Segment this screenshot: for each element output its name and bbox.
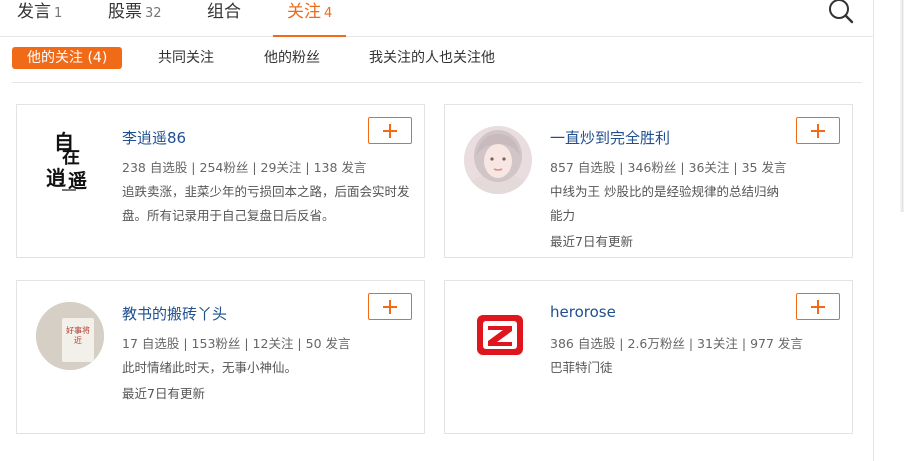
top-tab-bar: 发言 1 股票 32 组合 关注 4 xyxy=(0,0,873,37)
user-name-link[interactable]: herorose xyxy=(550,303,616,321)
avatar[interactable] xyxy=(464,126,532,194)
user-stats: 17 自选股 | 153粉丝 | 12关注 | 50 发言 xyxy=(122,336,351,351)
user-card: 一直炒到完全胜利 857 自选股 | 346粉丝 | 36关注 | 35 发言 … xyxy=(444,104,853,258)
sub-tab-bar: 他的关注 (4) 共同关注 他的粉丝 我关注的人也关注他 xyxy=(12,44,862,83)
tab-count: 1 xyxy=(54,6,63,21)
user-description: 中线为王 炒股比的是经验规律的总结归纳能力 xyxy=(550,184,779,223)
follow-button[interactable] xyxy=(368,117,412,144)
tab-following[interactable]: 关注 4 xyxy=(272,0,347,37)
tab-posts[interactable]: 发言 1 xyxy=(17,0,62,36)
user-stats: 238 自选股 | 254粉丝 | 29关注 | 138 发言 xyxy=(122,160,367,175)
user-card: 自 在 逍 遥 李逍遥86 238 自选股 | 254粉丝 | 29关注 | 1… xyxy=(16,104,425,258)
user-card: herorose 386 自选股 | 2.6万粉丝 | 31关注 | 977 发… xyxy=(444,280,853,434)
avatar[interactable]: 好事将近 xyxy=(36,302,104,370)
follow-button[interactable] xyxy=(796,117,840,144)
subtab-followed-by-my-follows[interactable]: 我关注的人也关注他 xyxy=(369,47,495,69)
side-panel-edge-line xyxy=(902,0,903,212)
user-stats: 386 自选股 | 2.6万粉丝 | 31关注 | 977 发言 xyxy=(550,336,803,351)
user-description: 追跌卖涨，韭菜少年的亏损回本之路，后面会实时发盘。所有记录用于自己复盘日后反省。 xyxy=(122,184,410,223)
user-name-link[interactable]: 李逍遥86 xyxy=(122,127,186,148)
tab-label: 关注 xyxy=(287,2,321,22)
tab-count: 4 xyxy=(324,6,333,21)
subtab-his-following[interactable]: 他的关注 (4) xyxy=(12,47,123,69)
tab-label: 发言 xyxy=(17,2,51,22)
avatar[interactable]: 自 在 逍 遥 xyxy=(36,126,104,194)
user-card: 好事将近 教书的搬砖丫头 17 自选股 | 153粉丝 | 12关注 | 50 … xyxy=(16,280,425,434)
follow-button[interactable] xyxy=(796,293,840,320)
main-column: 发言 1 股票 32 组合 关注 4 他的关注 (4) 共同关注 他的粉丝 我关注的人… xyxy=(0,0,873,461)
avatar-calligraphy-char: 逍 xyxy=(46,166,66,190)
user-name-link[interactable]: 教书的搬砖丫头 xyxy=(122,303,227,324)
user-stats: 857 自选股 | 346粉丝 | 36关注 | 35 发言 xyxy=(550,160,787,175)
column-divider xyxy=(873,0,874,461)
tab-label: 股票 xyxy=(108,2,142,22)
recent-update-note: 最近7日有更新 xyxy=(550,234,633,249)
tab-stocks[interactable]: 股票 32 xyxy=(108,0,162,36)
avatar-note-text: 好事将近 xyxy=(66,326,90,345)
tab-count: 32 xyxy=(145,6,162,21)
follow-button[interactable] xyxy=(368,293,412,320)
user-name-link[interactable]: 一直炒到完全胜利 xyxy=(550,127,670,148)
user-description: 此时情绪此时天，无事小神仙。 xyxy=(122,360,298,375)
subtab-his-fans[interactable]: 他的粉丝 xyxy=(264,47,320,69)
z-logo-icon xyxy=(477,315,523,355)
tab-label: 组合 xyxy=(207,2,241,22)
subtab-mutual-following[interactable]: 共同关注 xyxy=(158,47,214,69)
user-description: 巴菲特门徒 xyxy=(550,360,613,375)
recent-update-note: 最近7日有更新 xyxy=(122,386,205,401)
tab-portfolios[interactable]: 组合 xyxy=(207,0,241,36)
search-icon[interactable] xyxy=(826,0,856,26)
avatar[interactable] xyxy=(464,302,532,370)
